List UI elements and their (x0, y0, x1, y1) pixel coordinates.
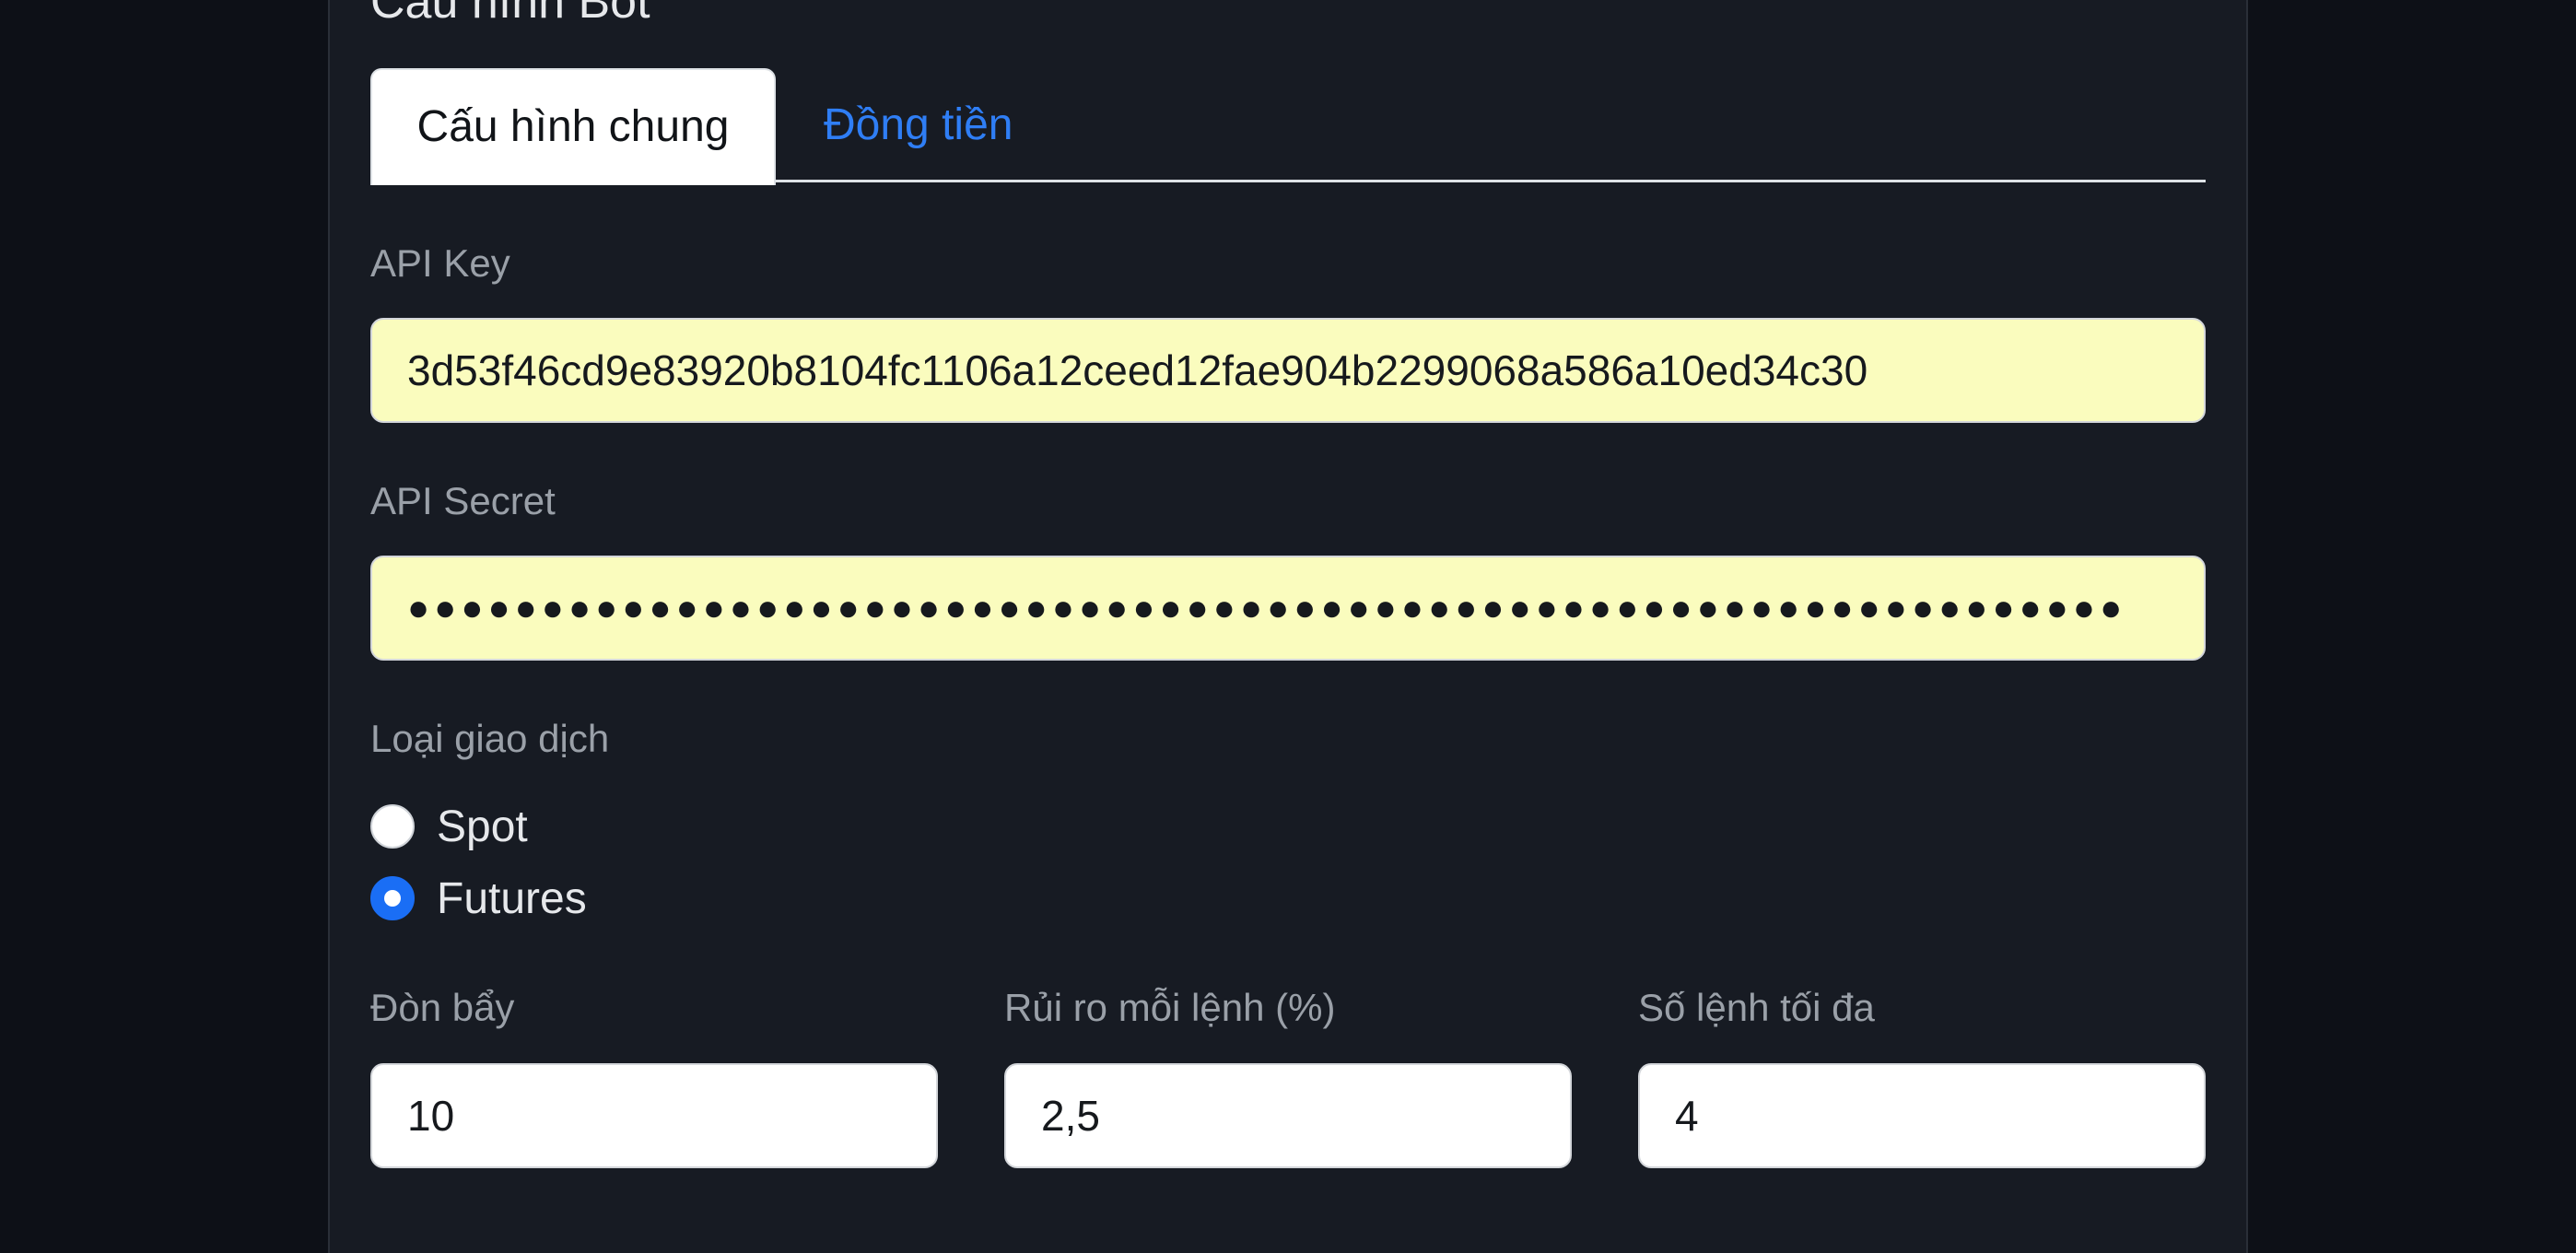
leverage-label: Đòn bẩy (370, 986, 515, 1029)
tab-coins[interactable]: Đồng tiền (824, 68, 1013, 182)
risk-per-order-value: 2,5 (1041, 1092, 1100, 1140)
api-key-label: API Key (370, 241, 510, 285)
trade-type-label: Loại giao dịch (370, 717, 610, 760)
api-key-input[interactable]: 3d53f46cd9e83920b8104fc1106a12ceed12fae9… (370, 318, 2206, 423)
risk-per-order-label: Rủi ro mỗi lệnh (%) (1004, 986, 1336, 1029)
max-orders-label: Số lệnh tối đa (1638, 986, 1875, 1029)
leverage-input[interactable]: 10 (370, 1063, 938, 1168)
futures-radio-button[interactable] (370, 876, 415, 920)
spot-radio-label: Spot (437, 802, 528, 851)
card-title: Cấu hình Bot (370, 0, 650, 29)
spot-radio-button[interactable] (370, 804, 415, 849)
max-orders-value: 4 (1675, 1092, 1699, 1140)
tab-general-config[interactable]: Cấu hình chung (370, 68, 776, 185)
futures-radio-label: Futures (437, 873, 587, 923)
radio-option-futures[interactable]: Futures (370, 873, 587, 923)
max-orders-input[interactable]: 4 (1638, 1063, 2206, 1168)
api-secret-label: API Secret (370, 479, 556, 522)
radio-option-spot[interactable]: Spot (370, 802, 528, 851)
risk-per-order-input[interactable]: 2,5 (1004, 1063, 1572, 1168)
api-secret-input[interactable]: ●●●●●●●●●●●●●●●●●●●●●●●●●●●●●●●●●●●●●●●●… (370, 556, 2206, 661)
leverage-value: 10 (407, 1092, 455, 1140)
api-secret-masked-value: ●●●●●●●●●●●●●●●●●●●●●●●●●●●●●●●●●●●●●●●●… (407, 587, 2127, 628)
tab-bar: Cấu hình chung Đồng tiền (370, 68, 2206, 185)
api-key-value: 3d53f46cd9e83920b8104fc1106a12ceed12fae9… (407, 346, 1868, 394)
